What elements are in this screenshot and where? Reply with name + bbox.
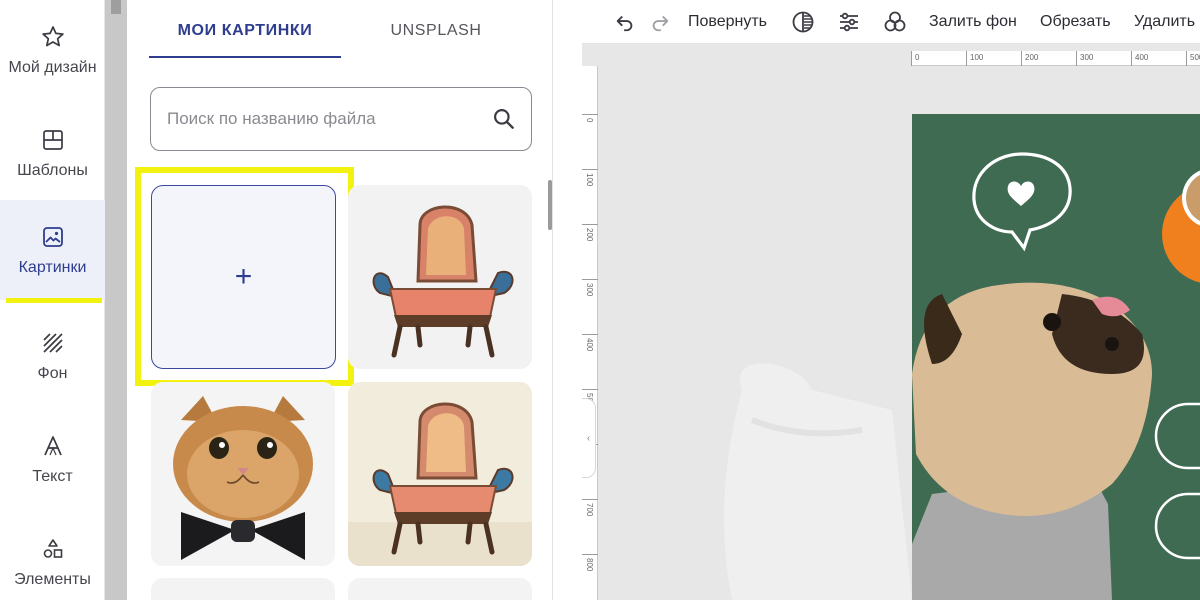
rail-item-images[interactable]: Картинки: [0, 200, 105, 300]
ruler-tick: 300: [1076, 51, 1093, 66]
panel-gap: [553, 0, 582, 600]
cat-bowtie-thumbnail[interactable]: [151, 382, 335, 566]
background-hatch-icon: [39, 329, 67, 357]
delete-button[interactable]: Удалить: [1134, 0, 1195, 44]
left-rail: Мой дизайн Шаблоны Картинки Фон Текст Эл…: [0, 0, 105, 600]
undo-icon[interactable]: [613, 10, 637, 34]
filters-icon[interactable]: [883, 10, 907, 34]
ruler-tick: 0: [582, 114, 598, 122]
rotate-button[interactable]: Повернуть: [688, 0, 767, 44]
scrollbar-thumb[interactable]: [111, 0, 121, 14]
canvas-artwork: [912, 152, 1200, 600]
images-panel: МОИ КАРТИНКИ UNSPLASH +: [127, 0, 553, 600]
rail-label: Фон: [37, 365, 68, 382]
ruler-tick: 800: [582, 554, 598, 571]
search-box: [150, 87, 532, 151]
rail-item-templates[interactable]: Шаблоны: [0, 103, 105, 203]
image-icon: [39, 223, 67, 251]
rail-item-text[interactable]: Текст: [0, 409, 105, 509]
ruler-tick: 100: [582, 169, 598, 186]
rail-label: Шаблоны: [17, 162, 88, 179]
armchair-painted-thumbnail[interactable]: [348, 382, 532, 566]
image-thumbnail-partial[interactable]: [151, 578, 335, 600]
ruler-tick: 200: [582, 224, 598, 241]
ruler-tick: 100: [966, 51, 983, 66]
rail-item-background[interactable]: Фон: [0, 306, 105, 406]
active-tab-indicator: [149, 56, 341, 58]
text-icon: [39, 432, 67, 460]
tab-my-images[interactable]: МОИ КАРТИНКИ: [149, 0, 341, 62]
design-canvas[interactable]: [912, 114, 1200, 600]
rail-label: Мой дизайн: [8, 59, 97, 76]
chevron-left-icon: ‹: [586, 432, 591, 444]
rail-scrollbar[interactable]: [105, 0, 127, 600]
ruler-tick: 700: [582, 499, 598, 516]
vertical-ruler: 0 100 200 300 400 500 600 700 800: [582, 66, 598, 600]
rail-item-elements[interactable]: Элементы: [0, 512, 105, 600]
ruler-tick: 0: [911, 51, 919, 66]
image-toolbar: Повернуть Залить фон Обрезать Удалить: [582, 0, 1200, 44]
tab-unsplash[interactable]: UNSPLASH: [349, 0, 523, 62]
ruler-tick: 400: [582, 334, 598, 351]
redo-icon[interactable]: [648, 10, 672, 34]
pug-image-overflow-ghost: [724, 363, 912, 600]
upload-image-button[interactable]: +: [151, 185, 336, 369]
ruler-tick: 500: [1186, 51, 1200, 66]
horizontal-ruler: 0 100 200 300 400 500: [911, 51, 1200, 66]
armchair-thumbnail[interactable]: [348, 185, 532, 369]
panel-scrollbar[interactable]: [548, 180, 552, 230]
ruler-tick: 200: [1021, 51, 1038, 66]
template-icon: [39, 126, 67, 154]
plus-icon: +: [234, 260, 253, 293]
search-input[interactable]: [167, 88, 487, 150]
contrast-icon[interactable]: [791, 10, 815, 34]
active-highlight-underline: [6, 298, 102, 303]
ruler-tick: 500: [582, 389, 598, 406]
ruler-tick: 400: [1131, 51, 1148, 66]
fill-background-button[interactable]: Залить фон: [929, 0, 1017, 44]
crop-button[interactable]: Обрезать: [1040, 0, 1111, 44]
adjust-sliders-icon[interactable]: [837, 10, 861, 34]
collapse-panel-handle[interactable]: ‹: [582, 398, 596, 478]
rail-item-my-design[interactable]: Мой дизайн: [0, 0, 105, 100]
editor-area: Повернуть Залить фон Обрезать Удалить 0 …: [582, 0, 1200, 600]
search-icon[interactable]: [491, 106, 517, 132]
star-icon: [39, 23, 67, 51]
panel-tabs: МОИ КАРТИНКИ UNSPLASH: [127, 0, 553, 62]
ruler-tick: 300: [582, 279, 598, 296]
rail-label: Текст: [32, 468, 73, 485]
image-thumbnail-partial[interactable]: [348, 578, 532, 600]
shapes-icon: [39, 535, 67, 563]
rail-label: Картинки: [18, 259, 87, 276]
rail-label: Элементы: [14, 571, 91, 588]
